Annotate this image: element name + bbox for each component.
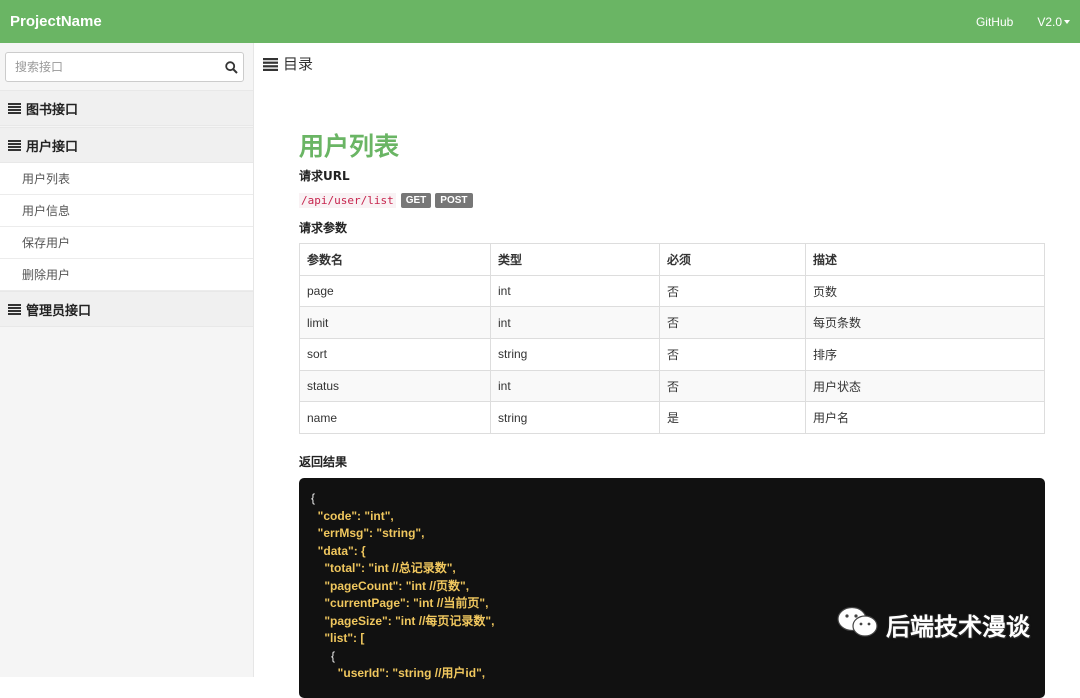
table-row: sort string 否 排序 (299, 338, 1045, 371)
code-line: { (311, 648, 336, 663)
toc-label: 目录 (283, 55, 314, 73)
url-code: /api/user/list (299, 193, 396, 208)
search-box (5, 52, 244, 82)
code-line: "total": "int //总记录数", (311, 561, 456, 575)
code-line: "pageCount": "int //页数", (311, 578, 470, 593)
table-cell: int (490, 369, 660, 403)
table-row: page int 否 页数 (299, 274, 1045, 308)
sidebar-item-user-info[interactable]: 用户信息 (0, 195, 253, 227)
sidebar-group-users[interactable]: 用户接口 (0, 127, 253, 163)
code-line: "data": { (311, 543, 366, 558)
table-cell: string (490, 338, 660, 371)
sidebar-group-label: 用户接口 (26, 139, 79, 155)
table-cell: string (490, 401, 660, 435)
page-title: 用户列表 (299, 132, 400, 161)
wechat-icon (836, 605, 880, 643)
method-badge-post: POST (435, 193, 473, 208)
github-link[interactable]: GitHub (976, 15, 1013, 29)
table-cell: 否 (659, 369, 806, 403)
sidebar-item-save-user[interactable]: 保存用户 (0, 227, 253, 259)
table-cell: 否 (659, 306, 806, 340)
table-row: limit int 否 每页条数 (299, 306, 1045, 340)
watermark-text: 后端技术漫谈 (886, 612, 1030, 641)
column-header: 参数名 (299, 243, 491, 276)
sidebar-item-delete-user[interactable]: 删除用户 (0, 259, 253, 291)
table-cell: 用户状态 (805, 369, 1045, 403)
sidebar-group-label: 图书接口 (26, 102, 79, 118)
brand-link[interactable]: ProjectName (10, 13, 102, 30)
column-header: 描述 (805, 243, 1045, 276)
sidebar-group-admin[interactable]: 管理员接口 (0, 291, 253, 327)
sidebar-group-label: 管理员接口 (26, 303, 92, 319)
version-dropdown[interactable]: V2.0 (1037, 15, 1070, 29)
request-url: /api/user/list GET POST (299, 193, 473, 208)
sidebar-item-label: 删除用户 (22, 268, 71, 282)
sidebar: 图书接口 用户接口 用户列表 用户信息 保存用户 删除用户 管理员接口 (0, 43, 254, 677)
table-cell: 是 (659, 401, 806, 435)
table-cell: sort (299, 338, 491, 371)
top-navbar: ProjectName GitHub V2.0 (0, 0, 1080, 43)
table-cell: page (299, 274, 491, 308)
watermark: 后端技术漫谈 (836, 605, 1030, 643)
sidebar-item-label: 用户信息 (22, 204, 71, 218)
result-code-block: { "code": "int", "errMsg": "string", "da… (299, 478, 1045, 698)
code-line: "code": "int", (311, 508, 394, 523)
params-section-label: 请求参数 (299, 221, 348, 235)
version-label: V2.0 (1037, 14, 1062, 29)
table-cell: 否 (659, 338, 806, 371)
table-cell: int (490, 274, 660, 308)
table-header-row: 参数名 类型 必须 描述 (299, 243, 1045, 276)
code-line: { (311, 491, 316, 505)
table-cell: 每页条数 (805, 306, 1045, 340)
table-row: name string 是 用户名 (299, 401, 1045, 435)
url-section-label: 请求URL (299, 169, 350, 183)
code-line: "userId": "string //用户id", (311, 666, 486, 680)
table-cell: 页数 (805, 274, 1045, 308)
table-cell: limit (299, 306, 491, 340)
table-cell: 排序 (805, 338, 1045, 371)
list-icon (263, 57, 278, 71)
toc-toggle[interactable]: 目录 (263, 53, 313, 74)
caret-down-icon (1064, 20, 1070, 25)
search-icon[interactable] (219, 53, 243, 81)
navbar-right: GitHub V2.0 (976, 15, 1070, 29)
column-header: 类型 (490, 243, 660, 276)
table-cell: 用户名 (805, 401, 1045, 435)
table-cell: name (299, 401, 491, 435)
table-cell: status (299, 369, 491, 403)
search-input[interactable] (6, 53, 219, 81)
table-row: status int 否 用户状态 (299, 369, 1045, 403)
column-header: 必须 (659, 243, 806, 276)
sidebar-item-label: 保存用户 (22, 236, 71, 250)
table-cell: 否 (659, 274, 806, 308)
table-cell: int (490, 306, 660, 340)
sidebar-group-books[interactable]: 图书接口 (0, 90, 253, 126)
method-badge-get: GET (400, 193, 432, 208)
params-table: 参数名 类型 必须 描述 page int 否 页数 limit int 否 每… (299, 243, 1045, 435)
sidebar-item-label: 用户列表 (22, 172, 71, 186)
code-line: "errMsg": "string", (311, 526, 425, 540)
list-icon (8, 139, 21, 151)
sidebar-item-user-list[interactable]: 用户列表 (0, 163, 253, 195)
result-section-label: 返回结果 (299, 455, 348, 469)
list-icon (8, 303, 21, 315)
list-icon (8, 102, 21, 114)
